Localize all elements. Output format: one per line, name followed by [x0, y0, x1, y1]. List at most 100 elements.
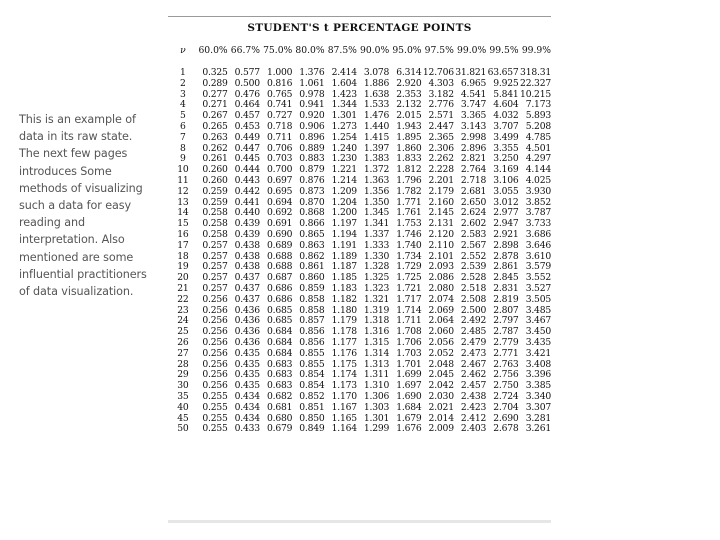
top-rule [168, 16, 551, 17]
value-cell: 1.299 [363, 423, 390, 435]
value-cell: 22.327 [520, 77, 551, 89]
value-cell: 0.695 [266, 185, 293, 197]
column-header: 99.0% [457, 45, 487, 56]
value-cell: 2.009 [428, 423, 455, 435]
table-row: 12 0.259 0.442 0.695 0.873 1.209 1.356 1.782 2.1… [172, 185, 552, 198]
value-cell: 2.423 [460, 401, 487, 413]
t-table-image: STUDENT'S t PERCENTAGE POINTS ν 60.0% 66.… [168, 16, 551, 523]
table-row: 22 0.256 0.437 0.686 0.858 1.182 1.321 1.717 2.0… [172, 293, 552, 306]
value-cell: 1.703 [396, 347, 422, 359]
nu-cell: 22 [177, 293, 189, 305]
value-cell: 1.415 [363, 131, 390, 143]
value-cell: 0.434 [234, 401, 261, 413]
value-cell: 0.256 [202, 293, 228, 305]
value-cell: 1.061 [299, 77, 325, 89]
value-cell: 2.473 [460, 347, 487, 359]
value-cell: 1.303 [363, 401, 390, 413]
nu-cell: 27 [177, 347, 189, 359]
value-cell: 3.930 [525, 185, 552, 197]
value-cell: 1.182 [331, 293, 358, 305]
nu-cell: 12 [177, 185, 189, 197]
value-cell: 0.500 [234, 77, 261, 89]
value-cell: 3.421 [525, 347, 552, 359]
value-cell: 2.998 [460, 131, 487, 143]
column-header: 87.5% [327, 45, 357, 56]
value-cell: 0.442 [234, 185, 261, 197]
value-cell: 9.925 [493, 77, 519, 89]
value-cell: 0.681 [266, 401, 293, 413]
value-cell: 0.858 [299, 293, 325, 305]
value-cell: 1.333 [363, 239, 390, 251]
table-body: 1 0.325 0.577 1.000 1.376 2.414 3.078 6.314 12.7… [172, 67, 552, 435]
value-cell: 1.176 [331, 347, 358, 359]
column-header: 66.7% [230, 45, 260, 56]
value-cell: 2.704 [493, 401, 519, 413]
value-cell: 1.782 [396, 185, 422, 197]
value-cell: 3.505 [525, 293, 552, 305]
value-cell: 2.052 [428, 347, 455, 359]
value-cell: 2.920 [396, 77, 422, 89]
value-cell: 3.307 [525, 401, 552, 413]
value-cell: 0.255 [202, 423, 228, 435]
value-cell: 0.851 [299, 401, 325, 413]
value-cell: 1.717 [396, 293, 422, 305]
value-cell: 0.437 [234, 293, 261, 305]
column-header: 99.5% [489, 45, 519, 56]
value-cell: 2.508 [460, 293, 487, 305]
value-cell: 0.435 [234, 347, 261, 359]
value-cell: 2.021 [428, 401, 455, 413]
value-cell: 2.898 [493, 239, 519, 251]
column-header: 60.0% [198, 45, 228, 56]
value-cell: 0.263 [202, 131, 228, 143]
value-cell: 4.785 [525, 131, 552, 143]
value-cell: 0.816 [266, 77, 293, 89]
nu-cell: 40 [177, 401, 189, 413]
value-cell: 0.256 [202, 347, 228, 359]
table-row: 40 0.255 0.434 0.681 0.851 1.167 1.303 1.684 2.0… [172, 401, 552, 414]
value-cell: 2.074 [428, 293, 455, 305]
column-header: 75.0% [263, 45, 293, 56]
value-cell: 0.259 [202, 185, 228, 197]
value-cell: 0.257 [202, 239, 228, 251]
header-row: ν 60.0% 66.7% 75.0% 80.0% 87.5% 90.0% 95.0% 97.… [172, 44, 551, 68]
value-cell: 1.209 [331, 185, 358, 197]
value-cell: 1.191 [331, 239, 358, 251]
nu-cell: 2 [180, 77, 186, 89]
value-cell: 0.896 [299, 131, 325, 143]
value-cell: 0.863 [299, 239, 325, 251]
value-cell: 1.314 [363, 347, 390, 359]
value-cell: 2.819 [493, 293, 519, 305]
value-cell: 2.681 [460, 185, 487, 197]
t-distribution-table: ν 60.0% 66.7% 75.0% 80.0% 87.5% 90.0% 95.0% 97.… [172, 44, 551, 435]
value-cell: 1.676 [396, 423, 422, 435]
value-cell: 0.686 [266, 293, 293, 305]
value-cell: 6.965 [460, 77, 487, 89]
value-cell: 1.164 [331, 423, 358, 435]
value-cell: 1.604 [331, 77, 358, 89]
bottom-rule [168, 520, 551, 523]
value-cell: 2.403 [460, 423, 487, 435]
value-cell: 3.499 [493, 131, 519, 143]
value-cell: 0.849 [299, 423, 325, 435]
value-cell: 1.886 [363, 77, 390, 89]
value-cell: 0.679 [266, 423, 293, 435]
column-header: 99.9% [521, 45, 551, 56]
value-cell: 1.740 [396, 239, 422, 251]
value-cell: 0.684 [266, 347, 293, 359]
column-header: 97.5% [424, 45, 454, 56]
value-cell: 0.689 [266, 239, 293, 251]
value-cell: 0.873 [299, 185, 325, 197]
value-cell: 0.449 [234, 131, 261, 143]
caption-text: This is an example of data in its raw st… [19, 113, 147, 299]
column-header: 90.0% [360, 45, 390, 56]
value-cell: 0.855 [299, 347, 325, 359]
value-cell: 1.895 [396, 131, 422, 143]
value-cell: 2.771 [493, 347, 519, 359]
table-row: 2 0.289 0.500 0.816 1.061 1.604 1.886 2.920 4.30… [172, 77, 551, 90]
value-cell: 2.365 [428, 131, 455, 143]
value-cell: 0.255 [202, 401, 228, 413]
value-cell: 3.646 [525, 239, 552, 251]
value-cell: 1.167 [331, 401, 358, 413]
value-cell: 4.303 [428, 77, 455, 89]
value-cell: 0.711 [266, 131, 293, 143]
